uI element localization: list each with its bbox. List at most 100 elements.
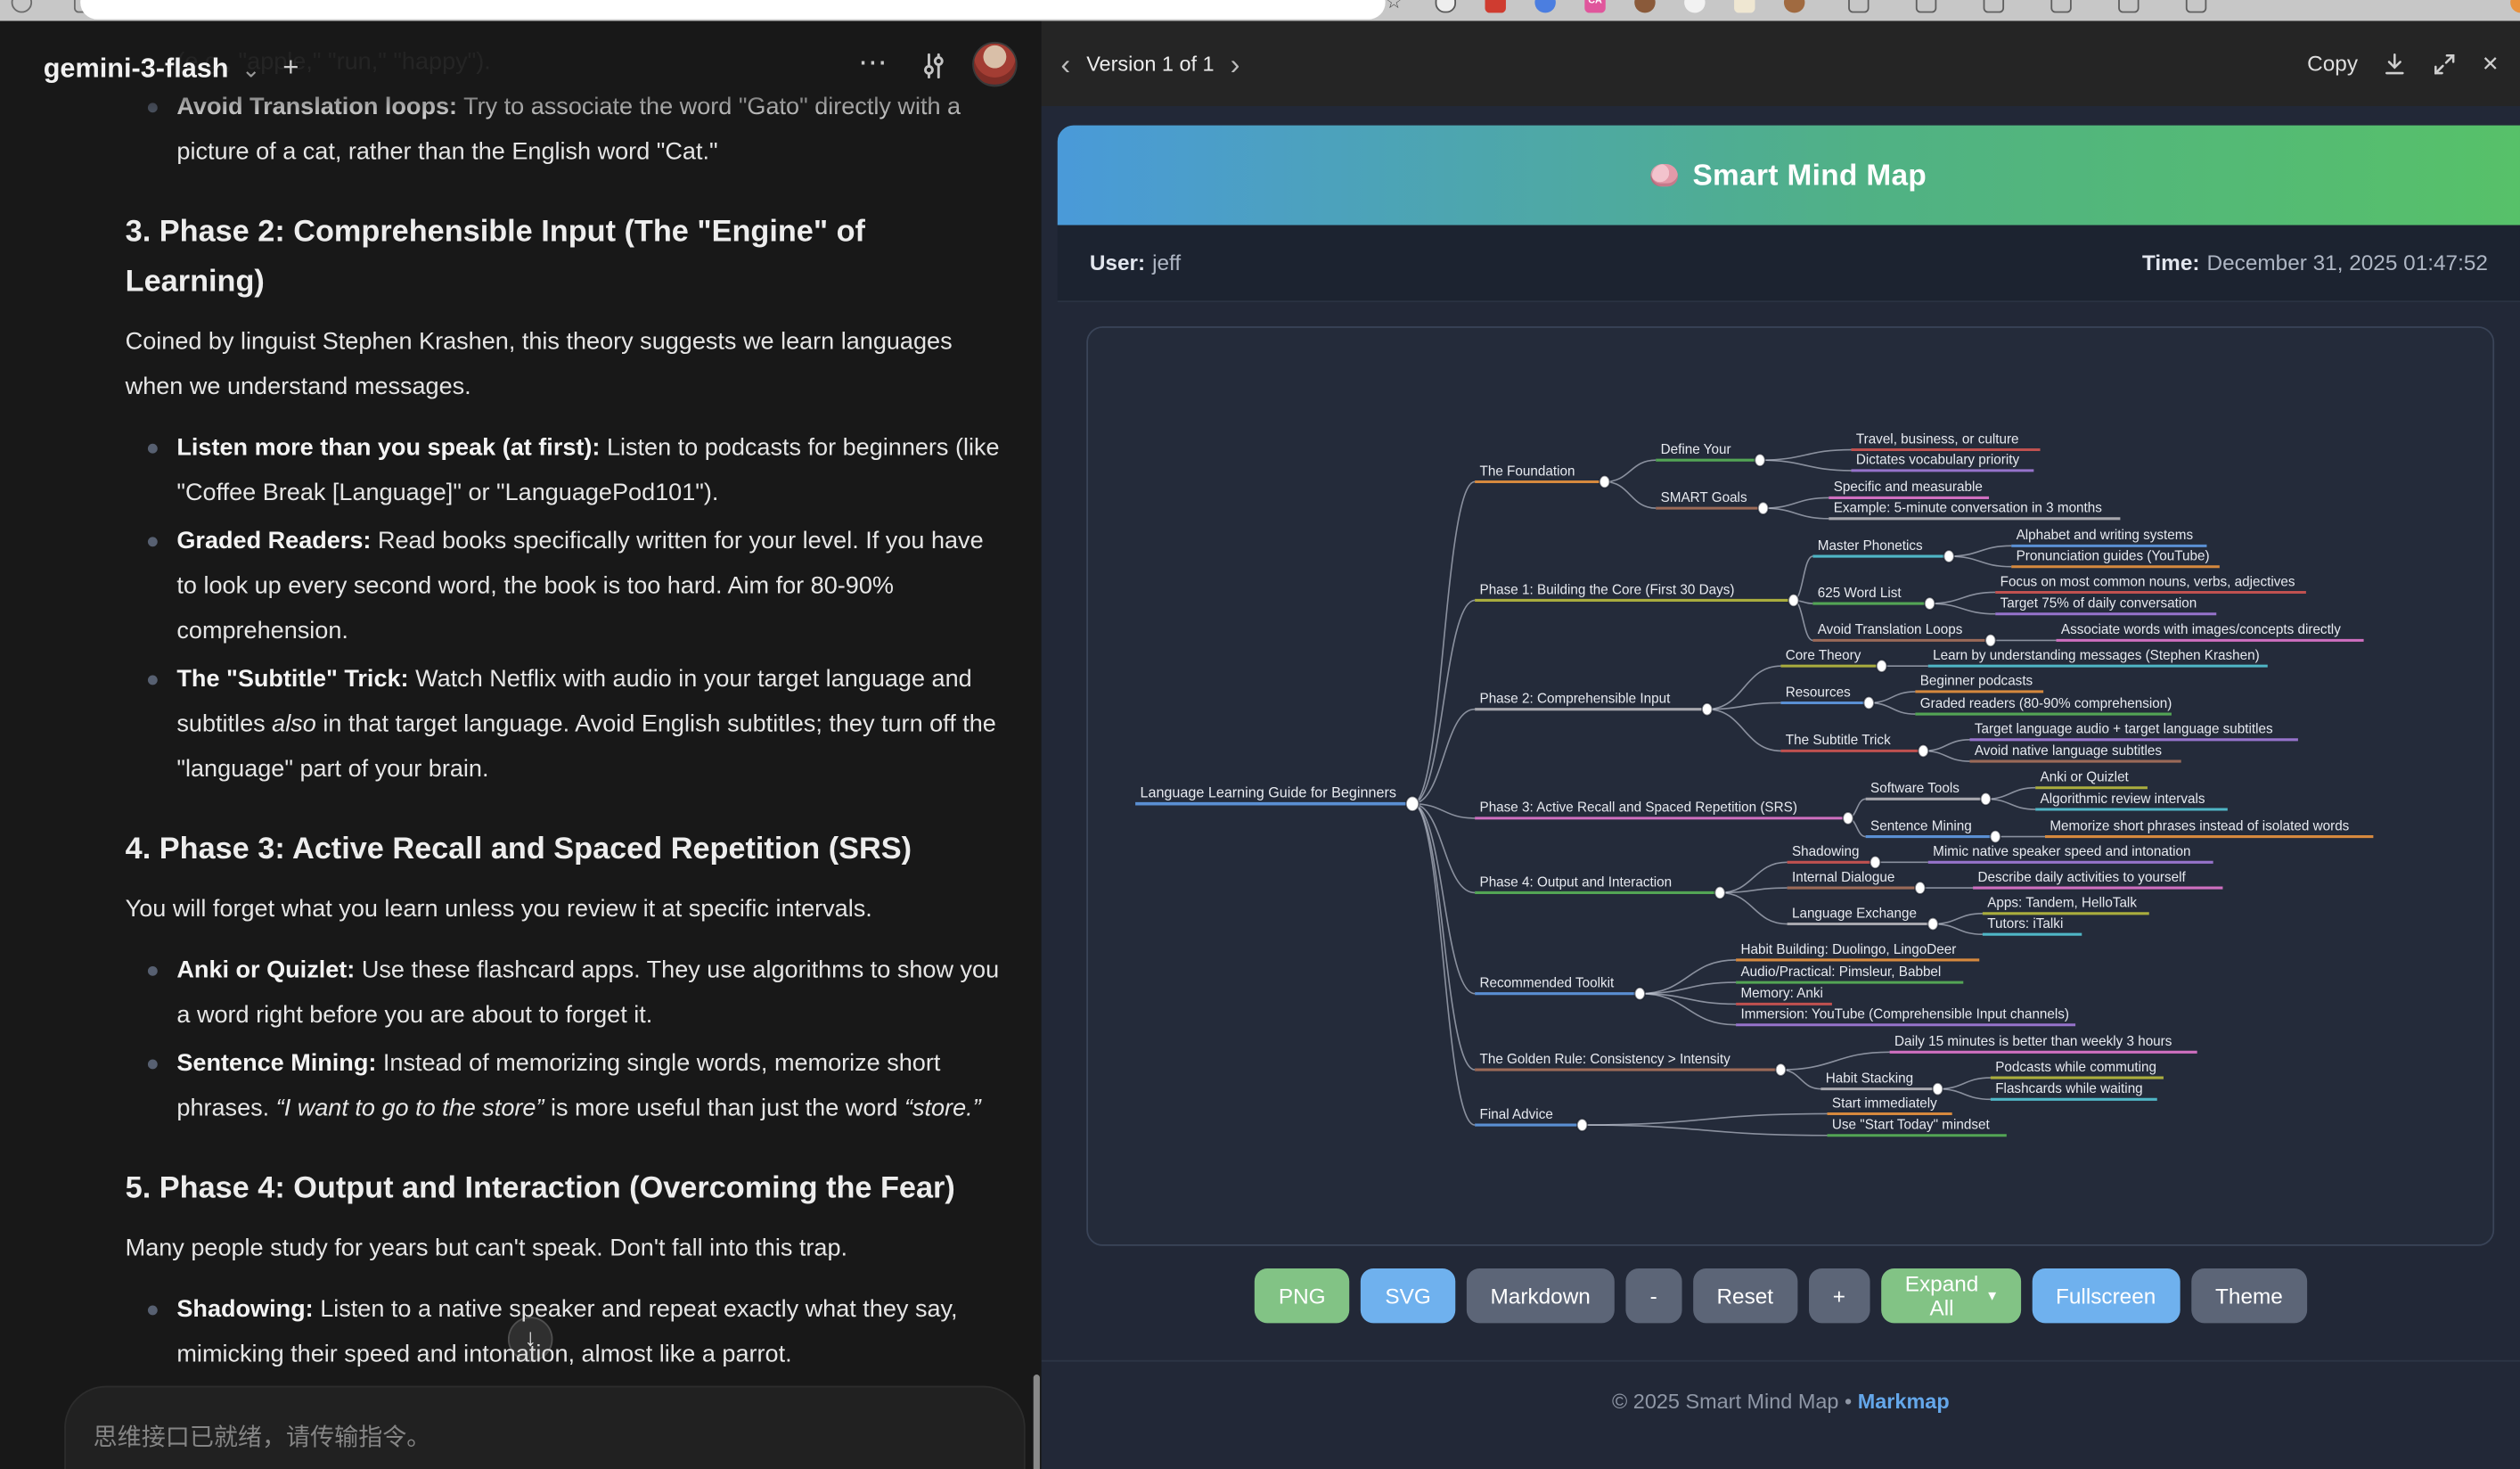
- toolbar-button-reset[interactable]: Reset: [1692, 1268, 1797, 1323]
- mindmap-node[interactable]: SMART Goals: [1656, 490, 1758, 508]
- extension-icon[interactable]: [2118, 0, 2139, 12]
- extension-icon[interactable]: [1784, 0, 1804, 12]
- mindmap-node[interactable]: Daily 15 minutes is better than weekly 3…: [1890, 1034, 2197, 1052]
- mindmap-node[interactable]: Mimic native speaker speed and intonatio…: [1928, 844, 2213, 862]
- mindmap-canvas[interactable]: Language Learning Guide for Beginners The…: [1086, 326, 2494, 1246]
- mindmap-node-dot[interactable]: [1877, 660, 1887, 672]
- mindmap-node-dot[interactable]: [1925, 597, 1935, 610]
- mindmap-node-dot[interactable]: [1702, 703, 1713, 716]
- mindmap-node[interactable]: Sentence Mining: [1866, 818, 1991, 836]
- extension-icon[interactable]: [1534, 0, 1555, 12]
- extension-icon[interactable]: [1984, 0, 2004, 12]
- extension-icon[interactable]: CA: [1584, 0, 1605, 12]
- mindmap-node[interactable]: Language Exchange: [1788, 906, 1928, 923]
- mindmap-node[interactable]: Algorithmic review intervals: [2035, 792, 2228, 809]
- mindmap-node-dot[interactable]: [1990, 831, 2000, 843]
- mindmap-node[interactable]: Final Advice: [1475, 1107, 1577, 1125]
- extension-icon[interactable]: [1485, 0, 1505, 12]
- new-chat-button[interactable]: +: [282, 52, 299, 84]
- extension-icon[interactable]: [2050, 0, 2071, 12]
- mindmap-node[interactable]: Avoid Translation Loops: [1812, 622, 1985, 640]
- mindmap-node[interactable]: Target language audio + target language …: [1969, 722, 2297, 740]
- mindmap-node[interactable]: Avoid native language subtitles: [1969, 743, 2180, 761]
- mindmap-node[interactable]: Software Tools: [1866, 781, 1981, 799]
- mindmap-node[interactable]: Beginner podcasts: [1915, 674, 2043, 692]
- mindmap-node-dot[interactable]: [1406, 796, 1419, 811]
- mindmap-node-dot[interactable]: [1714, 887, 1725, 899]
- chat-input[interactable]: 思维接口已就绪，请传输指令。: [64, 1386, 1026, 1469]
- mindmap-node[interactable]: The Golden Rule: Consistency > Intensity: [1475, 1052, 1776, 1070]
- mindmap-node[interactable]: Use "Start Today" mindset: [1828, 1118, 2007, 1136]
- mindmap-node-dot[interactable]: [1915, 882, 1926, 894]
- extension-icon[interactable]: [1436, 0, 1456, 12]
- toolbar-button-png[interactable]: PNG: [1255, 1268, 1350, 1323]
- version-prev-button[interactable]: ‹: [1060, 49, 1070, 78]
- mindmap-node-dot[interactable]: [1870, 856, 1881, 868]
- mindmap-node[interactable]: Specific and measurable: [1829, 480, 1989, 497]
- mindmap-node[interactable]: Immersion: YouTube (Comprehensible Input…: [1736, 1007, 2075, 1025]
- mindmap-node[interactable]: Alphabet and writing systems: [2011, 528, 2206, 546]
- mindmap-node[interactable]: 625 Word List: [1812, 586, 1925, 603]
- scroll-to-bottom-button[interactable]: ↓: [508, 1317, 553, 1361]
- mindmap-node[interactable]: Recommended Toolkit: [1475, 976, 1635, 994]
- mindmap-node[interactable]: Master Phonetics: [1812, 538, 1943, 556]
- extension-icon[interactable]: [1634, 0, 1655, 12]
- mindmap-node[interactable]: Target 75% of daily conversation: [1995, 596, 2216, 614]
- mindmap-node[interactable]: Focus on most common nouns, verbs, adjec…: [1995, 574, 2306, 592]
- mindmap-node-dot[interactable]: [1788, 595, 1799, 607]
- extension-icon[interactable]: [2186, 0, 2206, 12]
- mindmap-node[interactable]: Flashcards while waiting: [1991, 1081, 2157, 1099]
- copy-button[interactable]: Copy: [2307, 52, 2358, 76]
- mindmap-node[interactable]: Start immediately: [1828, 1096, 1952, 1113]
- mindmap-node[interactable]: Travel, business, or culture: [1851, 431, 2040, 449]
- mindmap-node[interactable]: Graded readers (80-90% comprehension): [1915, 696, 2172, 714]
- mindmap-node[interactable]: Habit Building: Duolingo, LingoDeer: [1736, 942, 1979, 960]
- mindmap-node[interactable]: Audio/Practical: Pimsleur, Babbel: [1736, 964, 1963, 982]
- extension-icon[interactable]: [1734, 0, 1755, 12]
- mindmap-node[interactable]: Phase 1: Building the Core (First 30 Day…: [1475, 582, 1788, 600]
- more-options-button[interactable]: ⋯: [858, 46, 890, 80]
- mindmap-node-dot[interactable]: [1843, 812, 1853, 825]
- toolbar-button-markdown[interactable]: Markdown: [1466, 1268, 1614, 1323]
- model-selector[interactable]: gemini-3-flash⌄: [44, 53, 260, 86]
- toolbar-button-[interactable]: +: [1809, 1268, 1870, 1323]
- close-icon[interactable]: ✕: [2482, 51, 2500, 77]
- mindmap-node[interactable]: Apps: Tandem, HelloTalk: [1983, 896, 2149, 914]
- mindmap-node[interactable]: Resources: [1780, 685, 1863, 702]
- mindmap-node[interactable]: Describe daily activities to yourself: [1973, 870, 2222, 888]
- extension-icon[interactable]: [1916, 0, 1936, 12]
- extension-icon[interactable]: [1684, 0, 1705, 12]
- extension-icon[interactable]: [1848, 0, 1869, 12]
- mindmap-node[interactable]: Example: 5-minute conversation in 3 mont…: [1829, 501, 2120, 519]
- mindmap-node[interactable]: Core Theory: [1780, 648, 1877, 666]
- mindmap-node-dot[interactable]: [1863, 697, 1874, 710]
- mindmap-node-dot[interactable]: [1776, 1063, 1787, 1076]
- mindmap-node-dot[interactable]: [1985, 635, 1996, 647]
- mindmap-node[interactable]: Phase 2: Comprehensible Input: [1475, 691, 1702, 709]
- mindmap-node-dot[interactable]: [1600, 476, 1610, 488]
- controls-sliders-icon[interactable]: [920, 52, 948, 80]
- mindmap-node[interactable]: Associate words with images/concepts dir…: [2057, 622, 2364, 640]
- fullscreen-icon[interactable]: [2432, 51, 2458, 77]
- mindmap-node[interactable]: Internal Dialogue: [1788, 870, 1916, 888]
- version-next-button[interactable]: ›: [1231, 49, 1240, 78]
- toolbar-button-expand-all[interactable]: Expand All▾: [1881, 1268, 2021, 1323]
- mindmap-node[interactable]: Habit Stacking: [1820, 1071, 1933, 1088]
- mindmap-node-dot[interactable]: [1634, 988, 1645, 1000]
- toolbar-button-[interactable]: -: [1626, 1268, 1681, 1323]
- mindmap-node[interactable]: Pronunciation guides (YouTube): [2011, 549, 2220, 567]
- mindmap-node[interactable]: Anki or Quizlet: [2035, 770, 2148, 788]
- mindmap-node-dot[interactable]: [1943, 550, 1954, 562]
- mindmap-node-dot[interactable]: [1758, 502, 1769, 514]
- mindmap-node[interactable]: Memory: Anki: [1736, 986, 1832, 1004]
- mindmap-node[interactable]: Phase 4: Output and Interaction: [1475, 874, 1715, 892]
- avatar[interactable]: [972, 42, 1017, 86]
- scrollbar-thumb[interactable]: [1034, 1375, 1040, 1469]
- mindmap-node[interactable]: Tutors: iTalki: [1983, 916, 2082, 934]
- extension-icon[interactable]: [2510, 0, 2520, 12]
- mindmap-node[interactable]: Language Learning Guide for Beginners: [1135, 785, 1408, 804]
- mindmap-node[interactable]: Podcasts while commuting: [1991, 1060, 2164, 1078]
- mindmap-node[interactable]: Define Your: [1656, 442, 1755, 460]
- mindmap-node-dot[interactable]: [1577, 1119, 1588, 1131]
- mindmap-node[interactable]: The Foundation: [1475, 464, 1600, 481]
